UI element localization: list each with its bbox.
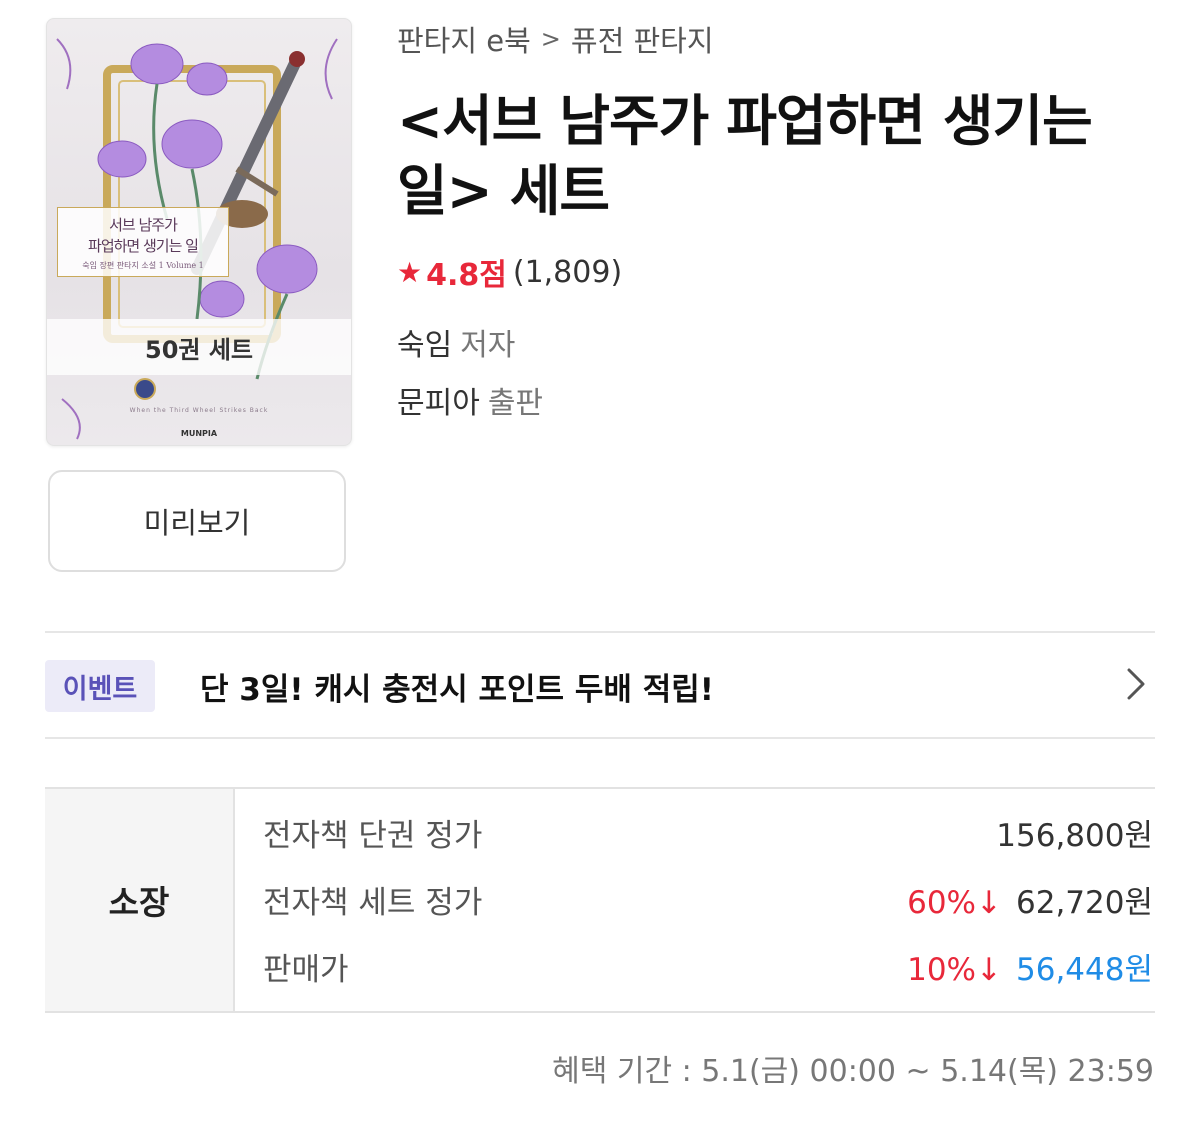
chevron-right-icon: >	[540, 25, 561, 53]
chevron-right-icon[interactable]	[1118, 664, 1154, 704]
price-label: 판매가	[263, 951, 349, 988]
cover-publisher-logo: MUNPIA	[180, 429, 218, 438]
ownership-label: 소장	[45, 789, 235, 1011]
cover-subtitle: When the Third Wheel Strikes Back	[129, 407, 269, 414]
title-line1: <서브 남주가 파업하면 생기는	[397, 89, 1093, 153]
rating-score: 4.8점	[426, 258, 507, 293]
review-count: (1,809)	[512, 254, 623, 290]
price-value: 156,800원	[996, 817, 1153, 854]
divider	[45, 631, 1155, 633]
price-table: 소장 전자책 단권 정가 156,800원 전자책 세트 정가 60%↓ 62,7…	[45, 787, 1155, 1013]
breadcrumb: 판타지 e북 > 퓨전 판타지	[397, 18, 714, 60]
rating[interactable]: ★ 4.8점 (1,809)	[397, 250, 622, 294]
discount-rate: 60%↓	[907, 884, 1002, 921]
divider	[45, 737, 1155, 739]
set-count-label: 50권 세트	[47, 319, 351, 375]
cover-title-line1: 서브 남주가	[109, 216, 178, 234]
book-cover[interactable]: 서브 남주가 파업하면 생기는 일 숙임 장편 판타지 소설 1 Volume …	[46, 18, 352, 446]
star-icon: ★	[397, 255, 423, 289]
publisher-role: 출판	[487, 386, 544, 421]
event-badge: 이벤트	[45, 660, 155, 712]
cover-title-line2: 파업하면 생기는 일	[88, 237, 199, 255]
price-label: 전자책 세트 정가	[263, 884, 483, 921]
event-banner-text[interactable]: 단 3일! 캐시 충전시 포인트 두배 적립!	[200, 664, 714, 709]
breadcrumb-category[interactable]: 판타지 e북	[397, 18, 531, 60]
preview-button[interactable]: 미리보기	[48, 470, 346, 572]
price-label: 전자책 단권 정가	[263, 817, 483, 854]
author-role: 저자	[460, 328, 516, 363]
author-name[interactable]: 숙임	[397, 328, 452, 363]
discount-rate: 10%↓	[907, 951, 1002, 988]
cover-title: 서브 남주가 파업하면 생기는 일 숙임 장편 판타지 소설 1 Volume …	[57, 207, 229, 277]
page-title: <서브 남주가 파업하면 생기는 일> 세트	[397, 86, 1157, 226]
benefit-period: 혜택 기간 : 5.1(금) 00:00 ~ 5.14(목) 23:59	[552, 1054, 1154, 1089]
price-row-single: 전자책 단권 정가 156,800원	[263, 807, 1153, 857]
publisher-name[interactable]: 문피아	[397, 386, 480, 421]
sale-price: 56,448원	[1016, 951, 1153, 988]
author-line: 숙임 저자	[397, 320, 515, 364]
price-row-set: 전자책 세트 정가 60%↓ 62,720원	[263, 874, 1153, 924]
breadcrumb-subcategory[interactable]: 퓨전 판타지	[571, 18, 714, 60]
title-line2: 일> 세트	[397, 159, 610, 223]
publisher-line: 문피아 출판	[397, 378, 543, 422]
cover-title-line3: 숙임 장편 판타지 소설 1 Volume 1	[82, 261, 204, 270]
price-value: 62,720원	[1016, 884, 1153, 921]
price-row-sale: 판매가 10%↓ 56,448원	[263, 941, 1153, 991]
